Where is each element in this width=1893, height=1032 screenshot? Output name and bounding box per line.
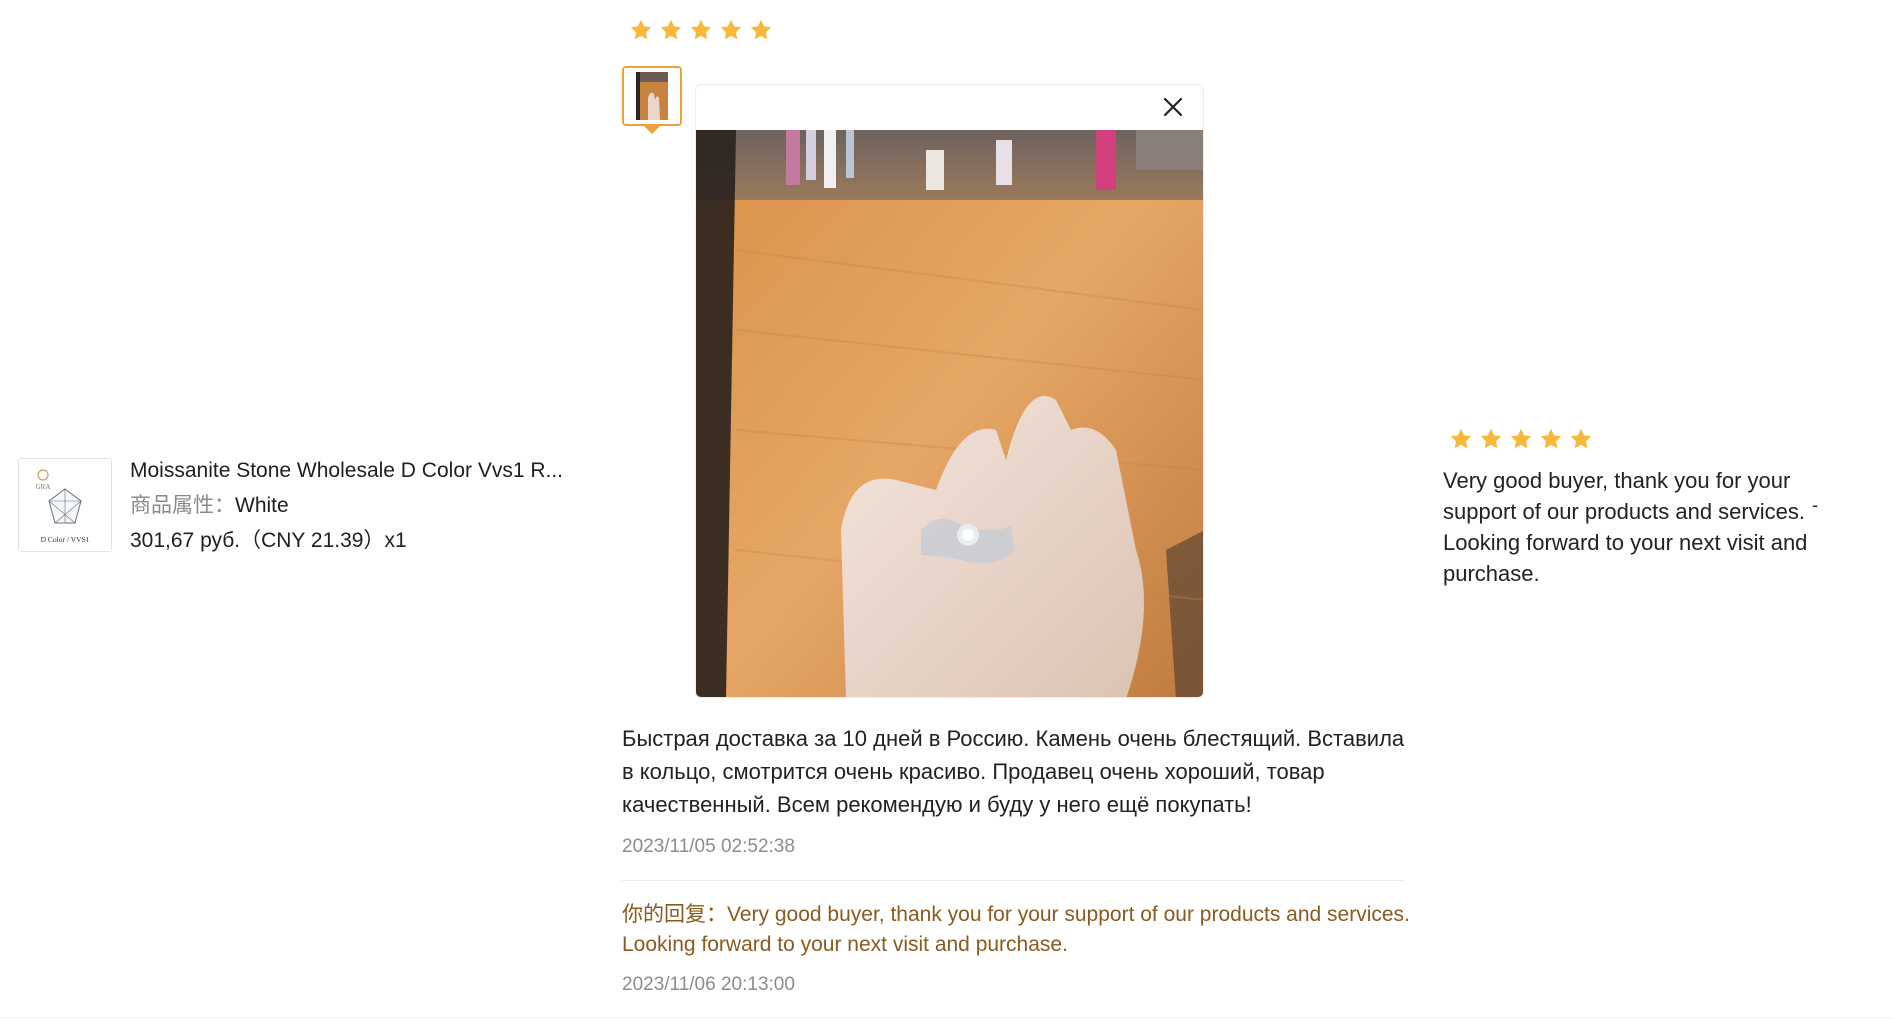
- preview-header: [696, 85, 1203, 130]
- thumbnail-selected-caret: [643, 125, 661, 134]
- trailing-mark: -: [1812, 495, 1818, 515]
- review-rating-stars: [629, 18, 773, 42]
- review-date: 2023/11/05 02:52:38: [622, 836, 795, 857]
- product-thumb-caption: D Color / VVS1: [41, 535, 90, 544]
- star-icon: [1509, 427, 1533, 451]
- review-image-thumbnail[interactable]: [622, 66, 682, 126]
- attribute-value: White: [235, 494, 289, 517]
- review-thumbnail-photo: [624, 68, 680, 124]
- product-image: GRA D Color / VVS1: [19, 459, 111, 551]
- star-icon: [629, 18, 653, 42]
- star-icon: [719, 18, 743, 42]
- row-bottom-border: [0, 1017, 1893, 1018]
- seller-feedback-text: Very good buyer, thank you for your supp…: [1443, 468, 1808, 586]
- divider: [622, 880, 1406, 881]
- star-icon: [689, 18, 713, 42]
- reply-label: 你的回复：: [622, 903, 727, 926]
- star-icon: [1479, 427, 1503, 451]
- seller-reply: 你的回复：Very good buyer, thank you for your…: [622, 900, 1422, 960]
- close-icon[interactable]: [1161, 95, 1185, 119]
- product-thumb-logo: GRA: [36, 483, 51, 491]
- star-icon: [749, 18, 773, 42]
- review-photo: [696, 130, 1203, 697]
- reply-text: Very good buyer, thank you for your supp…: [622, 903, 1410, 956]
- star-icon: [659, 18, 683, 42]
- product-price: 301,67 руб.（CNY 21.39）x1: [130, 529, 407, 552]
- product-attribute: 商品属性：White: [130, 493, 570, 519]
- product-details: Moissanite Stone Wholesale D Color Vvs1 …: [130, 458, 570, 554]
- product-thumbnail[interactable]: GRA D Color / VVS1: [18, 458, 112, 552]
- star-icon: [1569, 427, 1593, 451]
- image-preview-popup: [695, 84, 1204, 698]
- reply-date: 2023/11/06 20:13:00: [622, 974, 795, 995]
- product-info: GRA D Color / VVS1 Moissanite Stone Whol…: [18, 458, 570, 554]
- product-title[interactable]: Moissanite Stone Wholesale D Color Vvs1 …: [130, 458, 570, 484]
- attribute-label: 商品属性：: [130, 494, 235, 517]
- star-icon: [1539, 427, 1563, 451]
- star-icon: [1449, 427, 1473, 451]
- seller-feedback-rating-stars: [1449, 427, 1593, 451]
- review-text: Быстрая доставка за 10 дней в Россию. Ка…: [622, 726, 1405, 817]
